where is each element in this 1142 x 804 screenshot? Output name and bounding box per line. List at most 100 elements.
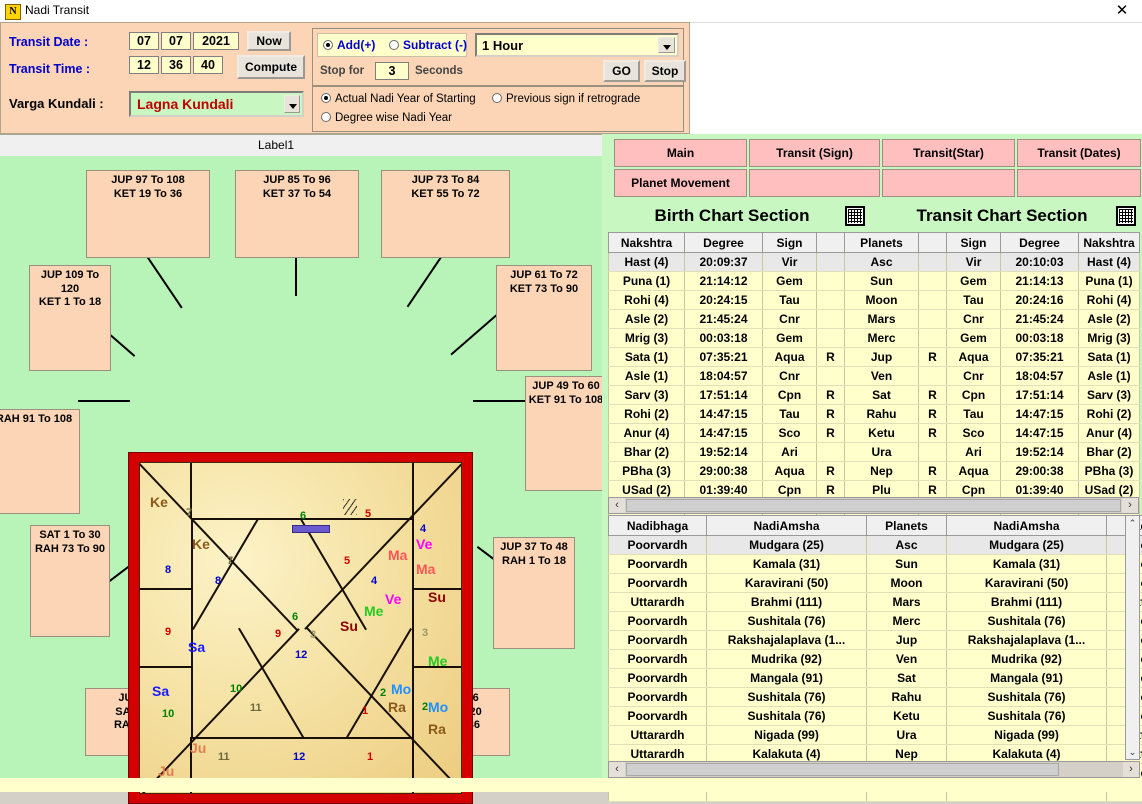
planet-table-row[interactable]: Sarv (3)17:51:14CpnRSatRCpn17:51:14Sarv … bbox=[609, 386, 1140, 405]
planet-table-row[interactable]: Hast (4)20:09:37VirAscVir20:10:03Hast (4… bbox=[609, 253, 1140, 272]
planet-table[interactable]: NakshtraDegreeSignPlanetsSignDegreeNaksh… bbox=[608, 232, 1140, 519]
planet-table-col-1[interactable]: Degree bbox=[685, 233, 763, 253]
nadi-table-col-1[interactable]: NadiAmsha bbox=[707, 516, 867, 536]
planet-table-cell: Sata (1) bbox=[609, 348, 685, 367]
dasha-box-left-3[interactable]: SAT 1 To 30 RAH 73 To 90 bbox=[30, 525, 110, 637]
dasha-box-left-2[interactable]: RAH 91 To 108 bbox=[0, 409, 80, 514]
nadi-table-row[interactable]: UttarardhBrahmi (111)MarsBrahmi (111)Utt… bbox=[609, 593, 1142, 612]
nadi-table-row[interactable]: UttarardhNigada (99)UraNigada (99)Uttara bbox=[609, 726, 1142, 745]
nadi-table-row[interactable]: PoorvardhMangala (91)SatMangala (91)Poor… bbox=[609, 669, 1142, 688]
dasha-box-top-2[interactable]: JUP 85 To 96 KET 37 To 54 bbox=[235, 170, 359, 258]
dasha-line: KET 91 To 108 bbox=[526, 394, 606, 408]
radio-add[interactable]: Add(+) bbox=[323, 38, 375, 52]
tab-transit-star[interactable]: Transit(Star) bbox=[882, 139, 1015, 167]
nadi-table-row[interactable]: PoorvardhRakshajalaplava (1...JupRakshaj… bbox=[609, 631, 1142, 650]
planet-table-col-5[interactable] bbox=[919, 233, 947, 253]
close-icon[interactable]: ✕ bbox=[1112, 2, 1132, 20]
date-month-input[interactable]: 07 bbox=[161, 32, 191, 50]
time-second-input[interactable]: 40 bbox=[193, 56, 223, 74]
planet-table-row[interactable]: Sata (1)07:35:21AquaRJupRAqua07:35:21Sat… bbox=[609, 348, 1140, 367]
nadi-table-row[interactable]: PoorvardhMudgara (25)AscMudgara (25)Poor… bbox=[609, 536, 1142, 555]
planet-table-row[interactable]: Bhar (2)19:52:14AriUraAri19:52:14Bhar (2… bbox=[609, 443, 1140, 462]
planet-table-row[interactable]: Asle (2)21:45:24CnrMarsCnr21:45:24Asle (… bbox=[609, 310, 1140, 329]
nadi-table-cell: Kamala (31) bbox=[707, 555, 867, 574]
scroll-left-icon[interactable]: ‹ bbox=[609, 762, 625, 777]
chevron-down-icon[interactable] bbox=[658, 37, 675, 53]
nadi-table-row[interactable]: PoorvardhSushitala (76)RahuSushitala (76… bbox=[609, 688, 1142, 707]
stop-button[interactable]: Stop bbox=[644, 60, 686, 82]
dasha-box-top-1[interactable]: JUP 97 To 108 KET 19 To 36 bbox=[86, 170, 210, 258]
nadi-table-row[interactable]: PoorvardhSushitala (76)KetuSushitala (76… bbox=[609, 707, 1142, 726]
dasha-box-right-3[interactable]: JUP 37 To 48 RAH 1 To 18 bbox=[493, 537, 575, 649]
planet-table-hscrollbar[interactable]: ‹ › bbox=[608, 497, 1139, 514]
planet-table-col-6[interactable]: Sign bbox=[947, 233, 1001, 253]
scroll-up-icon[interactable]: ⌃ bbox=[1126, 516, 1139, 530]
planet-table-col-3[interactable] bbox=[817, 233, 845, 253]
dasha-box-left-1[interactable]: JUP 109 To 120 KET 1 To 18 bbox=[29, 265, 111, 371]
scroll-thumb[interactable] bbox=[626, 763, 1059, 776]
scroll-down-icon[interactable]: ⌄ bbox=[1126, 745, 1139, 759]
chevron-down-icon[interactable] bbox=[284, 95, 300, 113]
nadi-table-row[interactable]: PoorvardhKaravirani (50)MoonKaravirani (… bbox=[609, 574, 1142, 593]
nadi-table-hscrollbar[interactable]: ‹ › bbox=[608, 761, 1140, 778]
varga-kundali-select[interactable]: Lagna Kundali bbox=[129, 91, 304, 117]
time-minute-input[interactable]: 36 bbox=[161, 56, 191, 74]
tab-main[interactable]: Main bbox=[614, 139, 747, 167]
planet-table-cell: Hast (4) bbox=[609, 253, 685, 272]
tab-transit-sign[interactable]: Transit (Sign) bbox=[749, 139, 880, 167]
compute-button[interactable]: Compute bbox=[237, 55, 305, 79]
planet-table-col-0[interactable]: Nakshtra bbox=[609, 233, 685, 253]
tab-empty-1[interactable] bbox=[749, 169, 880, 197]
planet-label: Ju bbox=[158, 763, 174, 779]
scroll-left-icon[interactable]: ‹ bbox=[609, 498, 625, 513]
radio-degree-wise-nadi-year[interactable]: Degree wise Nadi Year bbox=[321, 112, 452, 124]
nadi-table-vscrollbar[interactable]: ⌃ ⌄ bbox=[1125, 515, 1140, 760]
nadi-table-col-0[interactable]: Nadibhaga bbox=[609, 516, 707, 536]
birth-chart-grid-icon[interactable] bbox=[845, 206, 865, 226]
nadi-table-row[interactable]: PoorvardhSushitala (76)MercSushitala (76… bbox=[609, 612, 1142, 631]
lagna-kundali-chart[interactable]: 7 6 5 4 3 2 1 12 11 10 9 8 7 8 6 5 4 3 9 bbox=[128, 452, 473, 804]
time-hour-input[interactable]: 12 bbox=[129, 56, 159, 74]
radio-subtract[interactable]: Subtract (-) bbox=[389, 38, 467, 52]
planet-table-col-2[interactable]: Sign bbox=[763, 233, 817, 253]
transit-step-panel: Add(+) Subtract (-) 1 Hour Stop for 3 Se… bbox=[312, 28, 684, 86]
now-button[interactable]: Now bbox=[247, 31, 291, 51]
radio-previous-sign-retrograde[interactable]: Previous sign if retrograde bbox=[492, 93, 640, 105]
planet-table-row[interactable]: Mrig (3)00:03:18GemMercGem00:03:18Mrig (… bbox=[609, 329, 1140, 348]
nadi-table-col-2[interactable]: Planets bbox=[867, 516, 947, 536]
planet-table-row[interactable]: Puna (1)21:14:12GemSunGem21:14:13Puna (1… bbox=[609, 272, 1140, 291]
date-day-input[interactable]: 07 bbox=[129, 32, 159, 50]
tab-empty-2[interactable] bbox=[882, 169, 1015, 197]
planet-table-cell: Bhar (2) bbox=[609, 443, 685, 462]
nadi-table-col-3[interactable]: NadiAmsha bbox=[947, 516, 1107, 536]
planet-table-col-4[interactable]: Planets bbox=[845, 233, 919, 253]
dasha-box-right-1[interactable]: JUP 61 To 72 KET 73 To 90 bbox=[496, 265, 592, 371]
scroll-right-icon[interactable]: › bbox=[1122, 498, 1138, 513]
tab-transit-dates[interactable]: Transit (Dates) bbox=[1017, 139, 1141, 167]
planet-table-col-7[interactable]: Degree bbox=[1001, 233, 1079, 253]
nadi-table-cell: Uttarardh bbox=[609, 593, 707, 612]
date-year-input[interactable]: 2021 bbox=[193, 32, 239, 50]
tab-empty-3[interactable] bbox=[1017, 169, 1141, 197]
planet-table-col-8[interactable]: Nakshtra bbox=[1079, 233, 1140, 253]
scroll-thumb[interactable] bbox=[626, 499, 1121, 512]
interval-select[interactable]: 1 Hour bbox=[475, 33, 679, 57]
scroll-right-icon[interactable]: › bbox=[1123, 762, 1139, 777]
go-button[interactable]: GO bbox=[603, 60, 640, 82]
planet-table-row[interactable]: Rohi (2)14:47:15TauRRahuRTau14:47:15Rohi… bbox=[609, 405, 1140, 424]
nadi-table[interactable]: NadibhagaNadiAmshaPlanetsNadiAmshaNadibh… bbox=[608, 515, 1142, 802]
planet-table-row[interactable]: Asle (1)18:04:57CnrVenCnr18:04:57Asle (1… bbox=[609, 367, 1140, 386]
stop-for-input[interactable]: 3 bbox=[375, 62, 409, 80]
planet-table-row[interactable]: Rohi (4)20:24:15TauMoonTau20:24:16Rohi (… bbox=[609, 291, 1140, 310]
planet-table-row[interactable]: PBha (3)29:00:38AquaRNepRAqua29:00:38PBh… bbox=[609, 462, 1140, 481]
nadi-table-cell: Jup bbox=[867, 631, 947, 650]
nadi-table-row[interactable]: PoorvardhMudrika (92)VenMudrika (92)Poor… bbox=[609, 650, 1142, 669]
tab-planet-movement[interactable]: Planet Movement bbox=[614, 169, 747, 197]
dasha-box-right-2[interactable]: JUP 49 To 60 KET 91 To 108 bbox=[525, 376, 607, 491]
nadi-table-row[interactable]: PoorvardhKamala (31)SunKamala (31)Poorva bbox=[609, 555, 1142, 574]
radio-actual-nadi-year[interactable]: Actual Nadi Year of Starting bbox=[321, 93, 476, 105]
planet-table-cell: PBha (3) bbox=[1079, 462, 1140, 481]
dasha-box-top-3[interactable]: JUP 73 To 84 KET 55 To 72 bbox=[381, 170, 510, 258]
transit-chart-grid-icon[interactable] bbox=[1116, 206, 1136, 226]
planet-table-row[interactable]: Anur (4)14:47:15ScoRKetuRSco14:47:15Anur… bbox=[609, 424, 1140, 443]
